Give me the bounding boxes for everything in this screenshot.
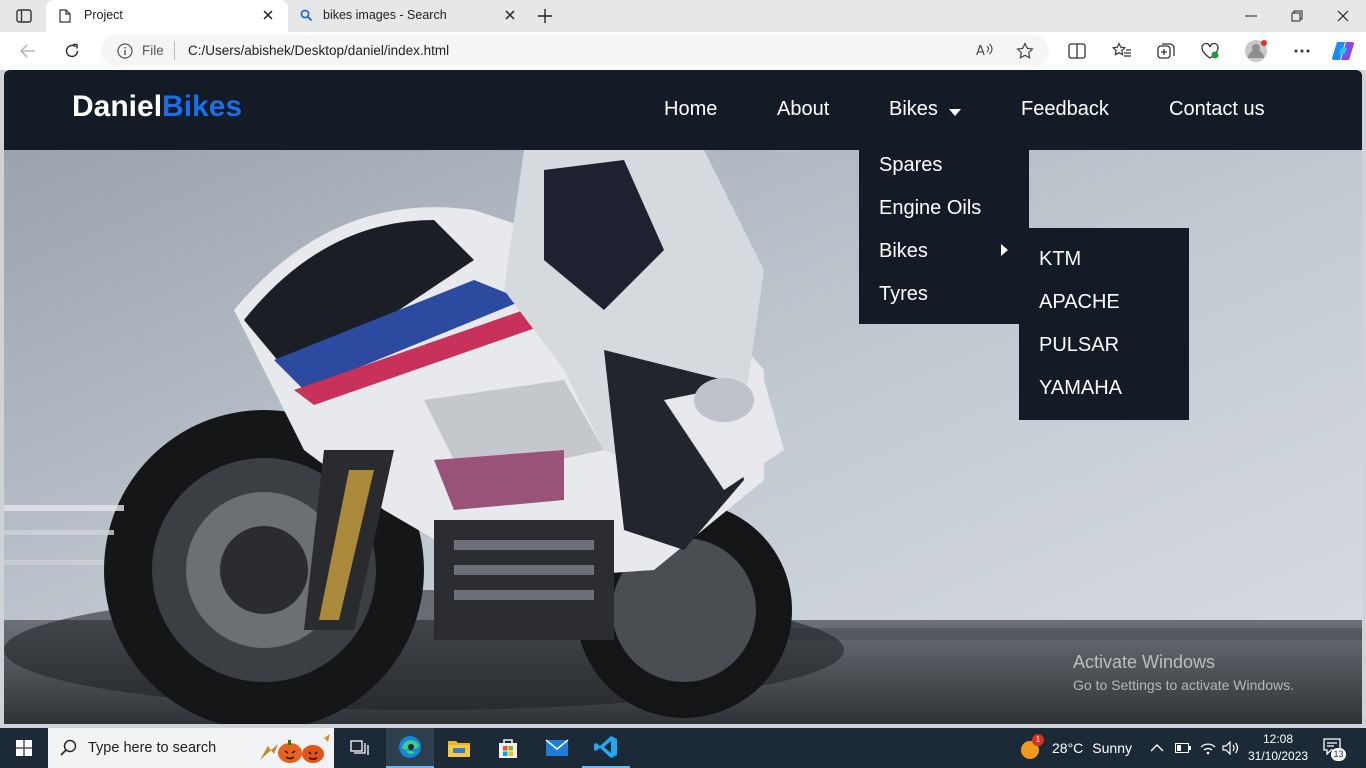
menu-item-tyres[interactable]: Tyres — [879, 283, 928, 306]
nav-about[interactable]: About — [777, 98, 829, 121]
tab-actions-icon[interactable] — [10, 4, 38, 28]
nav-contact[interactable]: Contact us — [1169, 98, 1265, 121]
page-viewport: DanielBikes Home About Bikes Feedback Co… — [4, 70, 1362, 724]
copilot-icon[interactable] — [1327, 35, 1359, 67]
search-icon — [60, 739, 78, 757]
taskbar-edge-icon[interactable] — [386, 728, 434, 768]
minimize-button[interactable] — [1228, 0, 1274, 32]
back-icon[interactable] — [12, 35, 44, 67]
weather-badge: 1 — [1032, 734, 1044, 746]
taskbar-vscode-icon[interactable] — [582, 728, 630, 768]
taskbar-store-icon[interactable] — [484, 728, 532, 768]
favorites-icon[interactable] — [1106, 35, 1138, 67]
tab-title: bikes images - Search — [323, 8, 447, 22]
tab-project[interactable]: Project — [46, 0, 288, 32]
submenu-item-apache[interactable]: APACHE — [1039, 291, 1120, 314]
profile-avatar[interactable] — [1240, 35, 1272, 67]
new-tab-icon[interactable] — [533, 4, 557, 28]
logo-accent: Bikes — [162, 90, 243, 123]
collections-icon[interactable] — [1150, 35, 1182, 67]
caret-right-icon — [1001, 244, 1008, 256]
svg-text:A: A — [976, 44, 985, 58]
info-icon[interactable] — [117, 43, 133, 59]
close-window-button[interactable] — [1320, 0, 1366, 32]
notification-center-icon[interactable]: 13 — [1322, 728, 1346, 768]
restore-button[interactable] — [1274, 0, 1320, 32]
address-divider — [174, 41, 175, 60]
taskbar-clock[interactable]: 12:08 31/10/2023 — [1248, 730, 1308, 766]
nav-home[interactable]: Home — [664, 98, 717, 121]
tab-bikes-search[interactable]: bikes images - Search — [290, 0, 526, 32]
submenu-item-ktm[interactable]: KTM — [1039, 248, 1081, 271]
halloween-search-highlight-icon — [258, 732, 332, 764]
site-logo[interactable]: DanielBikes — [72, 90, 242, 124]
bikes-submenu: KTM APACHE PULSAR YAMAHA — [1019, 228, 1189, 420]
weather-condition: Sunny — [1092, 740, 1132, 756]
submenu-item-pulsar[interactable]: PULSAR — [1039, 334, 1119, 357]
more-menu-icon[interactable] — [1286, 35, 1318, 67]
caret-down-icon — [949, 109, 961, 116]
search-icon — [300, 9, 313, 22]
activation-watermark-subtitle: Go to Settings to activate Windows. — [1073, 677, 1294, 693]
bikes-dropdown: Spares Engine Oils Bikes Tyres — [859, 150, 1029, 324]
taskbar-search-box[interactable]: Type here to search — [48, 728, 334, 768]
clock-time: 12:08 — [1262, 732, 1294, 746]
tab-title: Project — [84, 8, 123, 22]
page-icon — [59, 9, 71, 23]
menu-item-bikes[interactable]: Bikes — [879, 240, 928, 263]
split-screen-icon[interactable] — [1061, 35, 1093, 67]
logo-primary: Daniel — [72, 90, 163, 123]
weather-sun-icon: 1 — [1020, 734, 1044, 760]
task-view-icon[interactable] — [336, 728, 384, 768]
notification-count: 13 — [1331, 748, 1346, 761]
submenu-item-yamaha[interactable]: YAMAHA — [1039, 377, 1122, 400]
address-bar[interactable]: File C:/Users/abishek/Desktop/daniel/ind… — [101, 35, 1049, 66]
close-tab-icon[interactable] — [504, 9, 516, 21]
close-tab-icon[interactable] — [262, 9, 274, 21]
menu-item-engine-oils[interactable]: Engine Oils — [879, 197, 981, 220]
weather-widget[interactable]: 1 28°C Sunny — [1020, 728, 1132, 768]
url-text[interactable]: C:/Users/abishek/Desktop/daniel/index.ht… — [188, 43, 449, 58]
tray-overflow-icon[interactable] — [1150, 728, 1164, 768]
site-navbar: DanielBikes Home About Bikes Feedback Co… — [4, 70, 1362, 150]
nav-bikes[interactable]: Bikes — [889, 98, 938, 121]
battery-icon[interactable] — [1175, 728, 1191, 768]
clock-date: 31/10/2023 — [1248, 749, 1309, 763]
nav-feedback[interactable]: Feedback — [1021, 98, 1109, 121]
activation-watermark-title: Activate Windows — [1073, 652, 1216, 672]
windows-start-icon[interactable] — [0, 728, 48, 768]
favorite-star-icon[interactable] — [1016, 42, 1034, 60]
network-icon[interactable] — [1199, 728, 1217, 768]
read-aloud-icon[interactable]: A — [976, 42, 994, 58]
file-label: File — [142, 43, 164, 58]
taskbar-mail-icon[interactable] — [533, 728, 581, 768]
taskbar-search-placeholder: Type here to search — [88, 740, 217, 756]
taskbar-file-explorer-icon[interactable] — [435, 728, 483, 768]
refresh-icon[interactable] — [56, 35, 88, 67]
weather-temp: 28°C — [1052, 740, 1084, 756]
volume-icon[interactable] — [1222, 728, 1240, 768]
menu-item-spares[interactable]: Spares — [879, 154, 942, 177]
browser-essentials-icon[interactable] — [1194, 35, 1226, 67]
